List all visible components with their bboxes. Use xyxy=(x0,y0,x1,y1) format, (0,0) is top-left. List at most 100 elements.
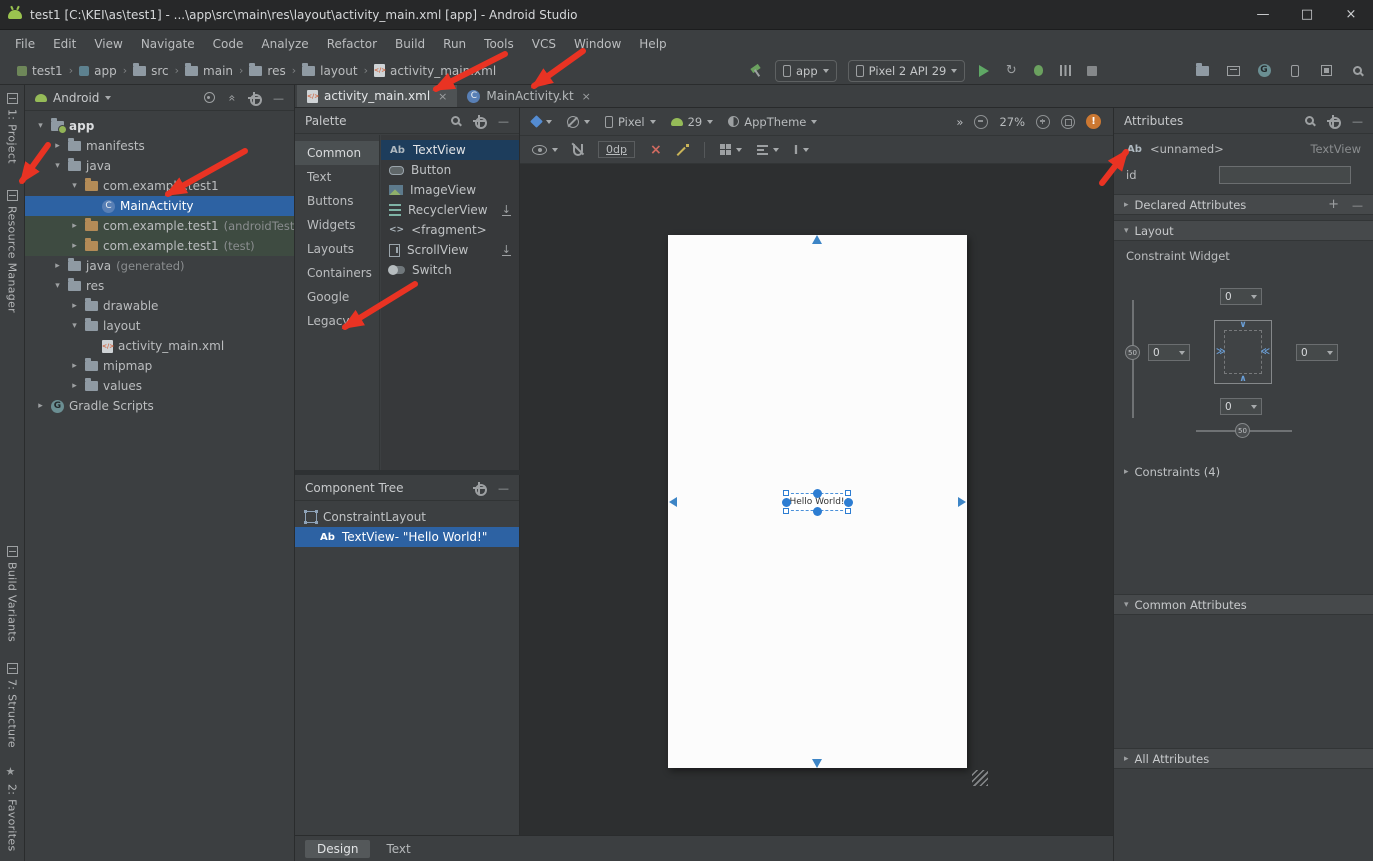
zoom-out-icon[interactable] xyxy=(974,115,988,129)
tree-expand-arrow[interactable]: ▸ xyxy=(35,401,46,411)
menu-refactor[interactable]: Refactor xyxy=(318,33,386,55)
search-icon[interactable] xyxy=(1305,116,1314,125)
download-icon[interactable]: ↓ xyxy=(502,244,511,256)
canvas-resize-grip[interactable] xyxy=(972,770,988,786)
tree-expand-arrow[interactable]: ▾ xyxy=(69,181,80,191)
menu-run[interactable]: Run xyxy=(434,33,475,55)
tree-expand-arrow[interactable]: ▾ xyxy=(52,281,63,291)
breadcrumb-item-layout[interactable]: layout xyxy=(299,64,360,78)
palette-category-containers[interactable]: Containers xyxy=(295,261,379,285)
menu-edit[interactable]: Edit xyxy=(44,33,85,55)
selection-corner-handle[interactable] xyxy=(783,490,789,496)
menu-code[interactable]: Code xyxy=(204,33,253,55)
tool-window-button-2-favorites[interactable]: 2: Favorites xyxy=(6,768,19,852)
palette-item-fragment[interactable]: <><fragment> xyxy=(381,220,519,240)
palette-category-widgets[interactable]: Widgets xyxy=(295,213,379,237)
tree-expand-arrow[interactable]: ▸ xyxy=(69,301,80,311)
bottom-tab-design[interactable]: Design xyxy=(305,840,370,858)
device-select[interactable]: Pixel 2 API 29 xyxy=(848,60,966,82)
margin-bottom-select[interactable]: 0 xyxy=(1220,398,1262,415)
tree-expand-arrow[interactable]: ▾ xyxy=(69,321,80,331)
menu-tools[interactable]: Tools xyxy=(475,33,523,55)
default-margin-button[interactable]: 0dp xyxy=(598,141,635,158)
palette-category-buttons[interactable]: Buttons xyxy=(295,189,379,213)
project-view-selector[interactable]: Android xyxy=(53,91,99,105)
tree-expand-arrow[interactable]: ▾ xyxy=(35,121,46,131)
palette-item-imageview[interactable]: ImageView xyxy=(381,180,519,200)
palette-item-button[interactable]: Button xyxy=(381,160,519,180)
menu-build[interactable]: Build xyxy=(386,33,434,55)
palette-category-common[interactable]: Common xyxy=(295,141,379,165)
tree-item-mipmap[interactable]: ▸mipmap xyxy=(25,356,294,376)
warnings-errors-icon[interactable]: ! xyxy=(1086,114,1101,129)
breadcrumb-item-res[interactable]: res xyxy=(246,64,288,78)
stop-icon[interactable] xyxy=(1084,62,1100,80)
menu-help[interactable]: Help xyxy=(630,33,675,55)
vertical-bias-slider[interactable]: 50 xyxy=(1125,345,1140,360)
tree-item-com-example-test1-androidtest[interactable]: ▸com.example.test1(androidTest) xyxy=(25,216,294,236)
selection-corner-handle[interactable] xyxy=(783,508,789,514)
autoconnect-toggle-icon[interactable] xyxy=(573,144,583,156)
all-attributes-section[interactable]: ▸ All Attributes xyxy=(1114,748,1373,769)
bottom-tab-text[interactable]: Text xyxy=(374,840,422,858)
device-file-explorer-icon[interactable] xyxy=(1194,62,1210,80)
tree-item-manifests[interactable]: ▸manifests xyxy=(25,136,294,156)
zoom-to-fit-icon[interactable] xyxy=(1061,115,1075,129)
tree-expand-arrow[interactable]: ▸ xyxy=(69,381,80,391)
maximize-button[interactable]: □ xyxy=(1285,0,1329,29)
gear-icon[interactable] xyxy=(1327,115,1339,127)
tool-window-button-1-project[interactable]: 1: Project xyxy=(6,93,19,164)
profiler-icon[interactable] xyxy=(1057,62,1073,80)
close-button[interactable]: × xyxy=(1329,0,1373,29)
zoom-in-icon[interactable] xyxy=(1036,115,1050,129)
tree-expand-arrow[interactable]: ▸ xyxy=(52,261,63,271)
menu-analyze[interactable]: Analyze xyxy=(252,33,317,55)
palette-item-scrollview[interactable]: ScrollView↓ xyxy=(381,240,519,260)
apply-changes-icon[interactable] xyxy=(1003,62,1019,80)
remove-attribute-icon[interactable] xyxy=(1352,198,1363,212)
constraints-section[interactable]: ▸ Constraints (4) xyxy=(1114,462,1373,482)
tree-item-java-generated[interactable]: ▸java(generated) xyxy=(25,256,294,276)
tree-item-mainactivity[interactable]: CMainActivity xyxy=(25,196,294,216)
build-hammer-icon[interactable] xyxy=(748,62,764,80)
component-tree-item-textview-hello-world[interactable]: AbTextView- "Hello World!" xyxy=(295,527,519,547)
selection-corner-handle[interactable] xyxy=(845,490,851,496)
gear-icon[interactable] xyxy=(248,92,260,104)
locate-file-icon[interactable] xyxy=(204,92,215,103)
margin-left-select[interactable]: 0 xyxy=(1148,344,1190,361)
tree-item-layout[interactable]: ▾layout xyxy=(25,316,294,336)
hide-panel-icon[interactable] xyxy=(498,481,509,495)
tree-expand-arrow[interactable]: ▸ xyxy=(52,141,63,151)
tree-item-values[interactable]: ▸values xyxy=(25,376,294,396)
menu-view[interactable]: View xyxy=(85,33,131,55)
emulator-icon[interactable] xyxy=(1225,62,1241,80)
sdk-manager-icon[interactable] xyxy=(1318,62,1334,80)
tree-item-app[interactable]: ▾app xyxy=(25,116,294,136)
palette-category-text[interactable]: Text xyxy=(295,165,379,189)
constraint-anchor-bottom[interactable] xyxy=(813,507,822,516)
api-selector[interactable]: 29 xyxy=(671,115,714,129)
tree-expand-arrow[interactable]: ▾ xyxy=(52,161,63,171)
orientation-selector[interactable] xyxy=(567,116,590,128)
palette-category-layouts[interactable]: Layouts xyxy=(295,237,379,261)
infer-constraints-icon[interactable] xyxy=(677,144,689,156)
view-options-selector[interactable] xyxy=(532,145,558,155)
palette-category-legacy[interactable]: Legacy xyxy=(295,309,379,333)
run-configuration-select[interactable]: app xyxy=(775,60,837,82)
avd-manager-icon[interactable] xyxy=(1287,62,1303,80)
common-attributes-section[interactable]: ▾ Common Attributes xyxy=(1114,594,1373,615)
theme-selector[interactable]: AppTheme xyxy=(728,115,817,129)
minimize-button[interactable]: — xyxy=(1241,0,1285,29)
breadcrumb-item-src[interactable]: src xyxy=(130,64,172,78)
design-surface-selector[interactable] xyxy=(532,117,552,126)
tool-window-button-7-structure[interactable]: 7: Structure xyxy=(6,663,19,748)
tool-window-button-resource-manager[interactable]: Resource Manager xyxy=(6,190,19,313)
margin-top-select[interactable]: 0 xyxy=(1220,288,1262,305)
editor-tab-mainactivity-kt[interactable]: CMainActivity.kt× xyxy=(457,85,601,107)
menu-window[interactable]: Window xyxy=(565,33,630,55)
gear-icon[interactable] xyxy=(473,482,485,494)
menu-file[interactable]: File xyxy=(6,33,44,55)
tab-close-icon[interactable]: × xyxy=(438,90,447,103)
breadcrumb-item-main[interactable]: main xyxy=(182,64,236,78)
menu-navigate[interactable]: Navigate xyxy=(132,33,204,55)
